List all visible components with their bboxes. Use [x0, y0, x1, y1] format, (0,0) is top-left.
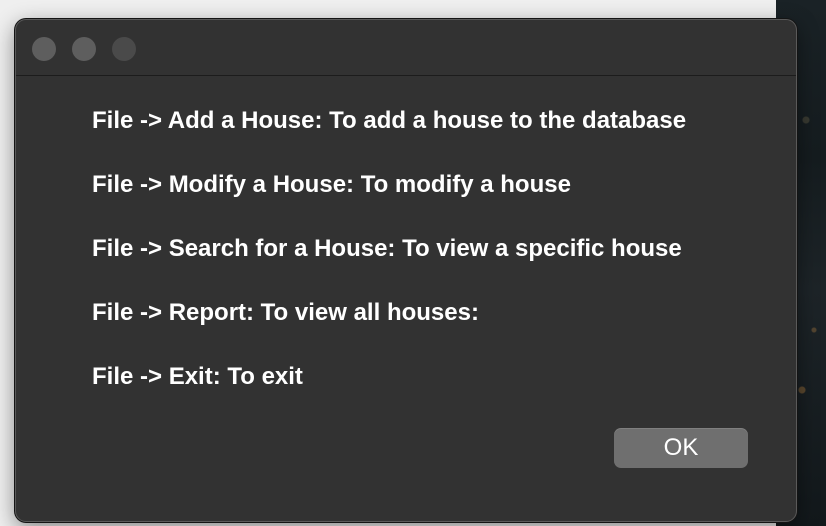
help-text-list: File -> Add a House: To add a house to t… [92, 106, 792, 426]
help-dialog-window: File -> Add a House: To add a house to t… [15, 19, 797, 522]
help-line-report: File -> Report: To view all houses: [92, 299, 479, 326]
help-line-search-house: File -> Search for a House: To view a sp… [92, 235, 682, 262]
close-icon[interactable] [32, 37, 56, 61]
help-line-modify-house: File -> Modify a House: To modify a hous… [92, 171, 571, 198]
help-line-exit: File -> Exit: To exit [92, 363, 303, 390]
ok-button[interactable]: OK [614, 428, 748, 468]
help-line-add-house: File -> Add a House: To add a house to t… [92, 107, 687, 134]
title-bar[interactable] [16, 20, 796, 76]
zoom-icon[interactable] [112, 37, 136, 61]
minimize-icon[interactable] [72, 37, 96, 61]
